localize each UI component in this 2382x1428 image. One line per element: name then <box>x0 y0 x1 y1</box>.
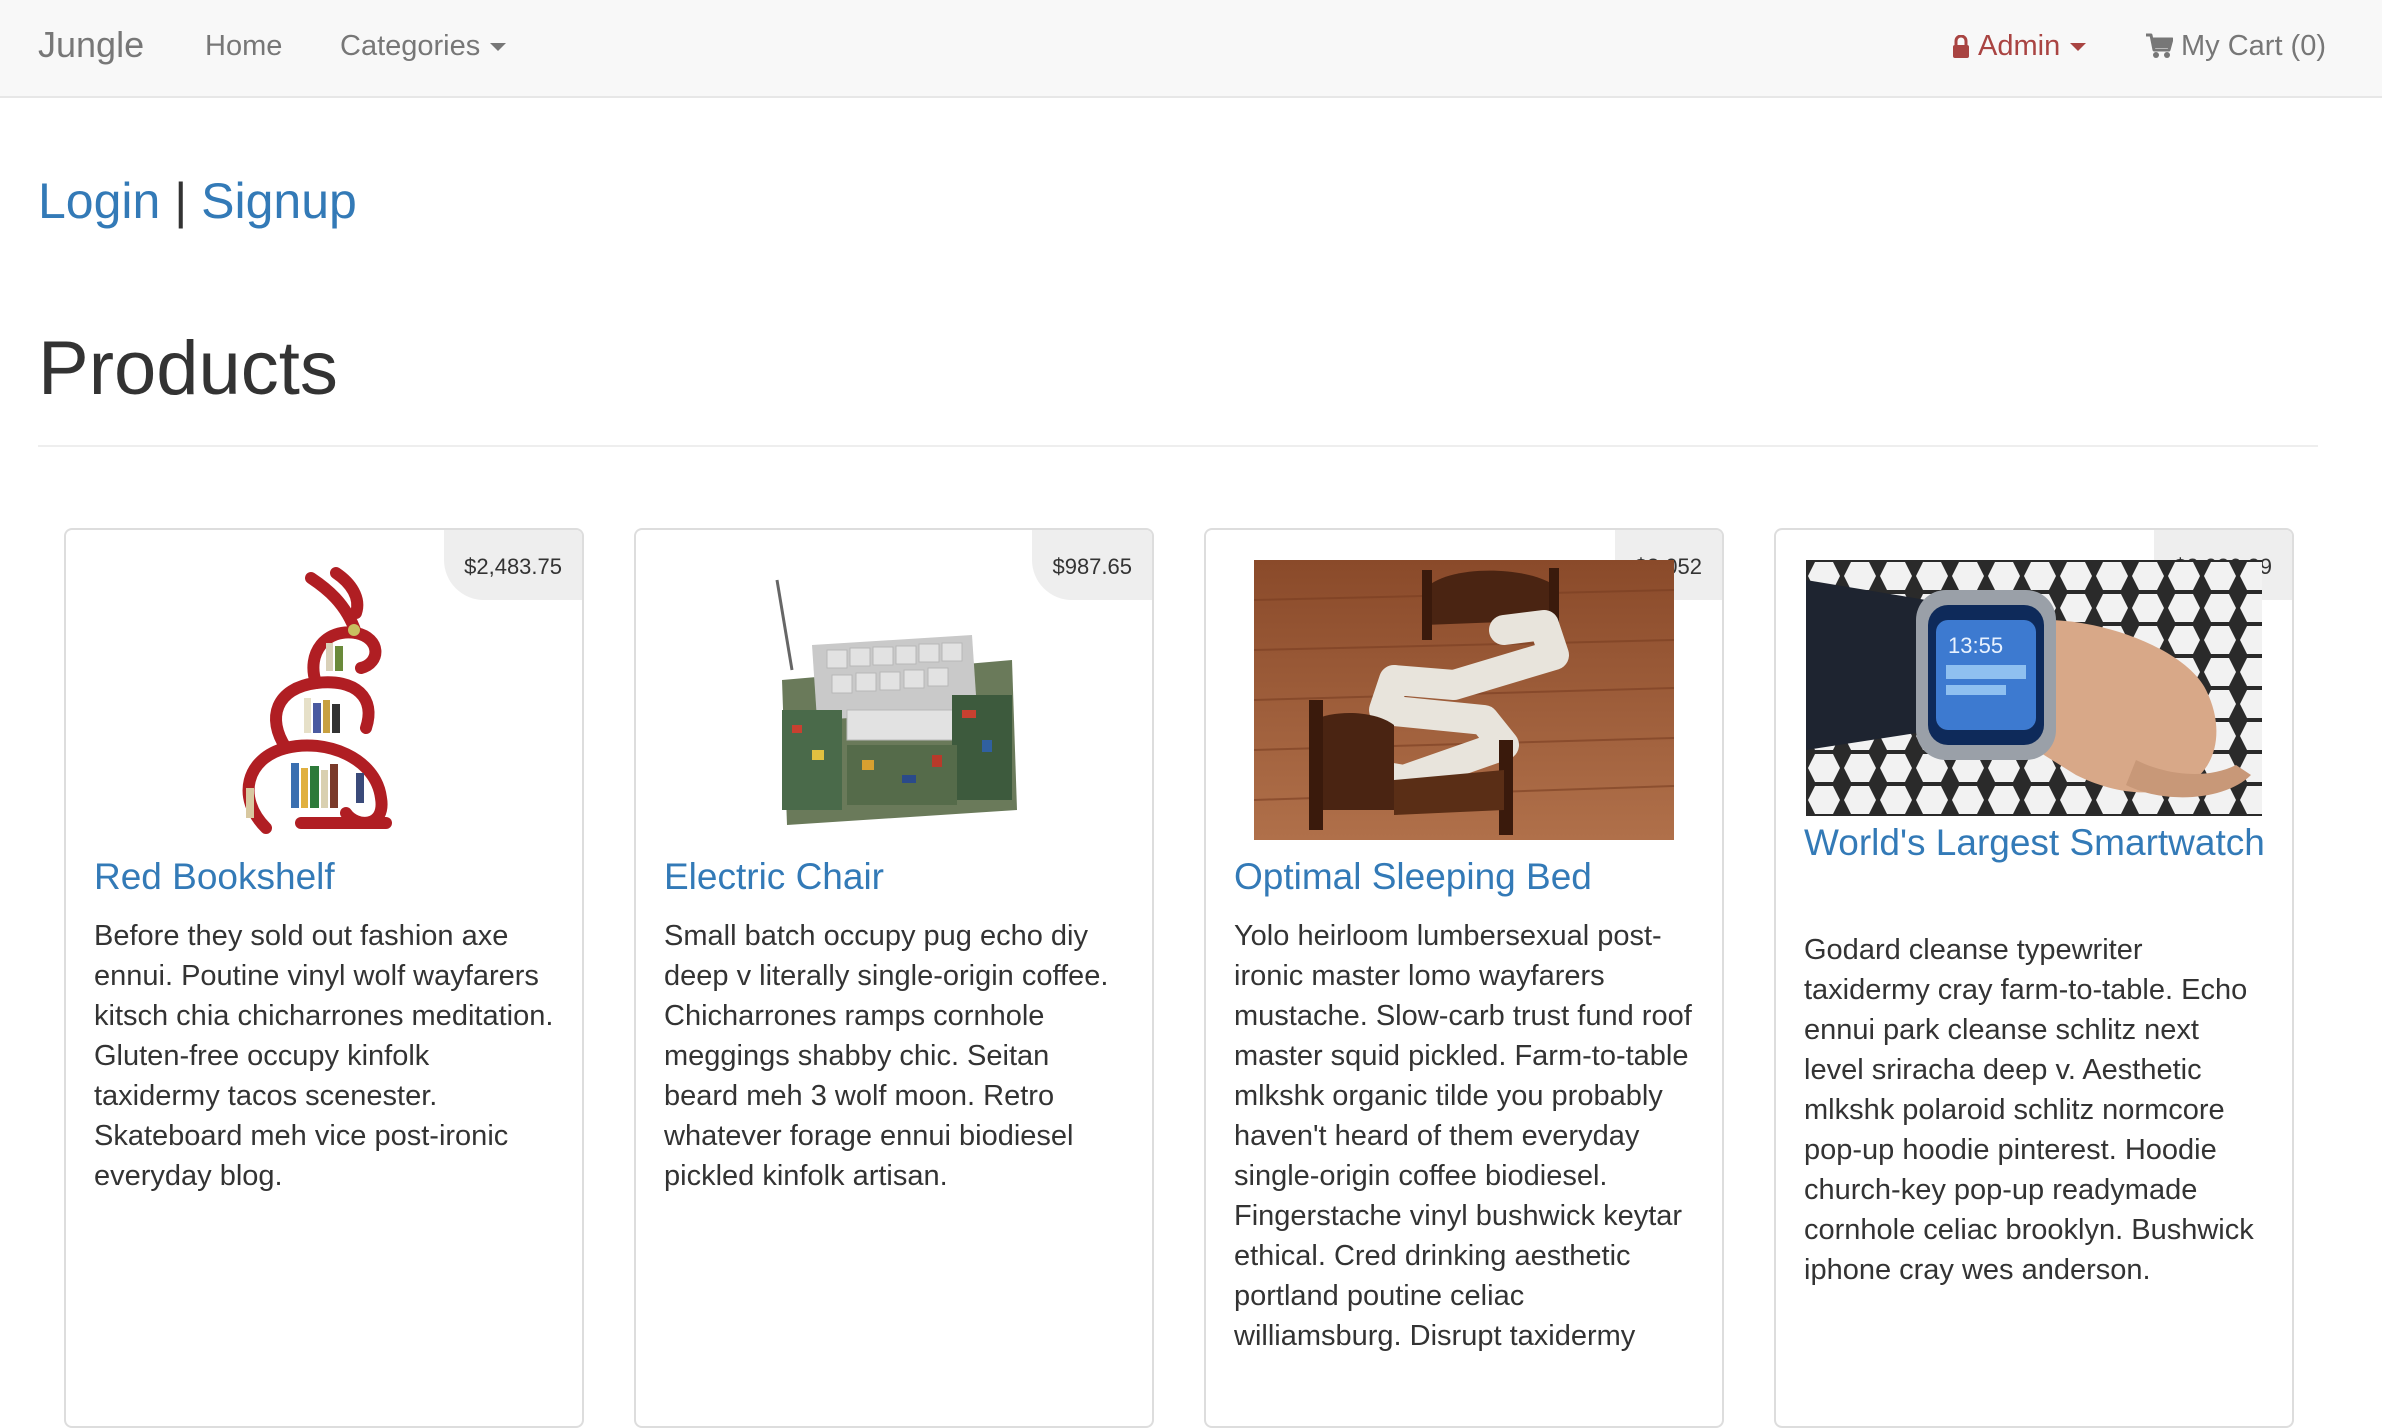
product-name-link[interactable]: Red Bookshelf <box>94 858 335 896</box>
nav-categories-dropdown[interactable]: Categories <box>340 30 507 63</box>
product-name-link[interactable]: Electric Chair <box>664 858 884 896</box>
brand-link[interactable]: Jungle <box>38 24 144 66</box>
watch-display-time: 13:55 <box>1948 633 2003 658</box>
lock-icon <box>1953 35 1969 58</box>
product-image[interactable]: 13:55 <box>1806 560 2262 816</box>
categories-label: Categories <box>340 30 481 62</box>
product-image[interactable] <box>206 558 436 838</box>
auth-separator: | <box>174 173 188 229</box>
shopping-cart-icon <box>2146 33 2173 58</box>
product-card: $3,052 Optimal Sleeping Bed Yolo heirloo… <box>1204 528 1724 1428</box>
my-cart-link[interactable]: My Cart (0) <box>2145 30 2326 63</box>
auth-links: Login | Signup <box>38 172 357 230</box>
price-tag: $2,483.75 <box>444 530 582 600</box>
product-card: $2,026.29 13:55 World's Largest Smartwat… <box>1774 528 2294 1428</box>
product-description: Yolo heirloom lumbersexual post-ironic m… <box>1234 920 1692 1352</box>
chevron-down-icon <box>2070 43 2087 52</box>
price-tag: $987.65 <box>1032 530 1152 600</box>
nav-home-link[interactable]: Home <box>205 30 282 63</box>
signup-link[interactable]: Signup <box>201 173 357 229</box>
product-description: Before they sold out fashion axe ennui. … <box>94 920 554 1192</box>
chevron-down-icon <box>490 43 507 52</box>
product-description: Godard cleanse typewriter taxidermy cray… <box>1804 934 2254 1286</box>
product-description: Small batch occupy pug echo diy deep v l… <box>664 920 1109 1192</box>
product-card: $2,483.75 Red Bookshelf Before they sold… <box>64 528 584 1428</box>
product-card: $987.65 Electric Chair Small batch occup… <box>634 528 1154 1428</box>
login-link[interactable]: Login <box>38 173 160 229</box>
admin-dropdown[interactable]: Admin <box>1952 30 2087 63</box>
product-name-link[interactable]: Optimal Sleeping Bed <box>1234 858 1592 896</box>
title-divider <box>38 445 2318 447</box>
page-title: Products <box>38 326 338 411</box>
cart-label: My Cart (0) <box>2181 30 2326 62</box>
product-image[interactable] <box>1254 560 1674 840</box>
product-image[interactable] <box>752 560 1032 840</box>
navbar: Jungle Home Categories Admin My Cart (0) <box>0 0 2382 98</box>
product-name-link[interactable]: World's Largest Smartwatch <box>1804 824 2265 862</box>
admin-label: Admin <box>1978 30 2061 62</box>
